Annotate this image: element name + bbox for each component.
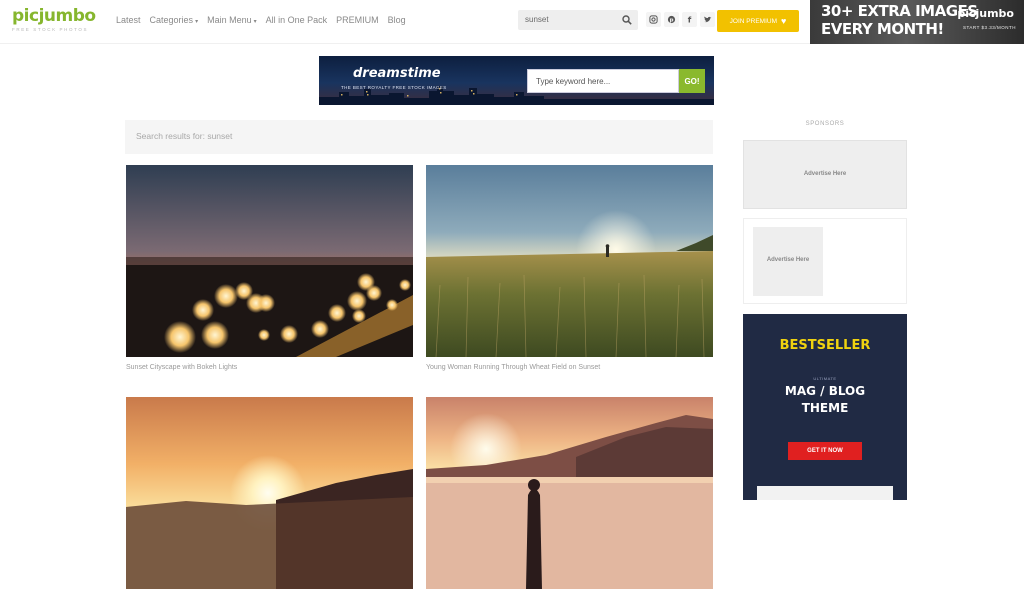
search-results-bar: Search results for: sunset <box>125 120 713 154</box>
photo-thumbnail-lake-mountains[interactable] <box>426 397 713 589</box>
ad-theme-title-line1: MAG / BLOG <box>784 384 866 398</box>
social-links: p f <box>646 12 715 27</box>
banner-go-button[interactable]: GO! <box>679 69 705 93</box>
ad-theme-title-line2: THEME <box>801 401 849 415</box>
ad-theme-screenshot <box>757 486 893 500</box>
search-value: sunset <box>525 15 549 24</box>
dreamstime-banner-ad[interactable]: dreamstime THE BEST ROYALTY FREE STOCK I… <box>319 56 714 105</box>
promo-line2: EVERY MONTH! <box>821 20 944 38</box>
logo[interactable]: picjumbo FREE STOCK PHOTOS <box>12 6 96 32</box>
nav-item-latest[interactable]: Latest <box>116 15 141 25</box>
site-header: picjumbo FREE STOCK PHOTOS Latest Catego… <box>0 0 1024 44</box>
facebook-icon[interactable]: f <box>682 12 697 27</box>
advertise-here-ad-small[interactable]: Advertise Here <box>753 227 823 296</box>
nav-item-categories[interactable]: Categories ▾ <box>150 15 199 25</box>
advertise-here-ad-small-wrapper: Advertise Here <box>743 218 907 304</box>
banner-brand: dreamstime <box>353 66 441 81</box>
photo-card[interactable] <box>126 397 413 596</box>
nav-item-all-in-one-pack[interactable]: All in One Pack <box>266 15 328 25</box>
photo-thumbnail-sun-hills[interactable] <box>126 397 413 589</box>
ad-small-text: ULTIMATE <box>813 376 837 381</box>
logo-name: picjumbo <box>12 6 96 26</box>
heart-icon: ♥ <box>780 16 787 26</box>
advertise-here-label: Advertise Here <box>803 171 847 177</box>
advertise-here-ad[interactable]: Advertise Here <box>743 140 907 209</box>
photo-thumbnail-wheat-field[interactable] <box>426 165 713 357</box>
photo-card[interactable]: Sunset Cityscape with Bokeh Lights <box>126 165 413 371</box>
banner-subtitle: THE BEST ROYALTY FREE STOCK IMAGES <box>341 85 447 90</box>
pinterest-icon[interactable]: p <box>664 12 679 27</box>
bestseller-theme-ad[interactable]: BESTSELLER ULTIMATE MAG / BLOG THEME GET… <box>743 314 907 500</box>
promo-banner[interactable]: 30+ EXTRA IMAGES EVERY MONTH! picjumbo S… <box>810 0 1024 44</box>
sponsors-heading: SPONSORS <box>805 121 845 127</box>
logo-tagline: FREE STOCK PHOTOS <box>12 27 89 32</box>
main-nav: Latest Categories ▾ Main Menu ▾ All in One… <box>116 15 415 25</box>
promo-brand: picjumbo <box>957 7 1014 20</box>
promo-sub: START $3.33/MONTH <box>962 25 1016 30</box>
photo-caption[interactable]: Young Woman Running Through Wheat Field … <box>426 364 713 371</box>
join-premium-button[interactable]: JOIN PREMIUM ♥ <box>717 10 799 32</box>
chevron-down-icon: ▾ <box>253 19 257 25</box>
photo-card[interactable]: Young Woman Running Through Wheat Field … <box>426 165 713 371</box>
photo-card[interactable] <box>426 397 713 596</box>
svg-text:p: p <box>670 18 674 24</box>
join-premium-label: JOIN PREMIUM <box>729 17 777 25</box>
twitter-icon[interactable] <box>700 12 715 27</box>
banner-keyword-input[interactable]: Type keyword here... <box>527 69 679 93</box>
search-results-text: Search results for: sunset <box>136 131 233 141</box>
search-input[interactable]: sunset <box>518 10 638 30</box>
nav-item-main-menu[interactable]: Main Menu ▾ <box>207 15 257 25</box>
svg-text:f: f <box>688 15 692 24</box>
ad-bestseller-text: BESTSELLER <box>779 338 871 353</box>
nav-item-premium[interactable]: PREMIUM <box>336 15 379 25</box>
banner-keyword-placeholder: Type keyword here... <box>536 77 611 86</box>
nav-item-blog[interactable]: Blog <box>388 15 406 25</box>
get-it-now-button[interactable]: GET IT NOW <box>788 442 862 460</box>
instagram-icon[interactable] <box>646 12 661 27</box>
search-icon[interactable] <box>622 15 632 25</box>
chevron-down-icon: ▾ <box>195 19 199 25</box>
advertise-here-label: Advertise Here <box>766 257 810 263</box>
photo-caption[interactable]: Sunset Cityscape with Bokeh Lights <box>126 364 413 371</box>
photo-thumbnail-city-bokeh[interactable] <box>126 165 413 357</box>
promo-line1: 30+ EXTRA IMAGES <box>821 2 978 20</box>
